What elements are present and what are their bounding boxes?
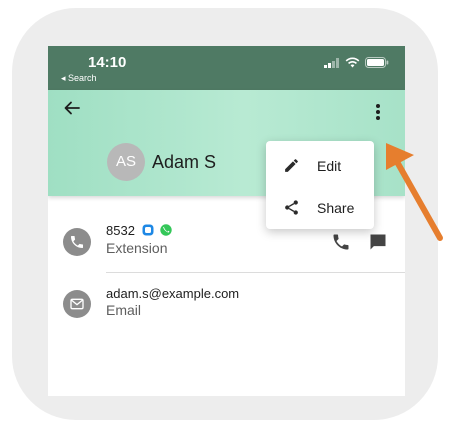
annotation-arrow [386, 143, 443, 241]
